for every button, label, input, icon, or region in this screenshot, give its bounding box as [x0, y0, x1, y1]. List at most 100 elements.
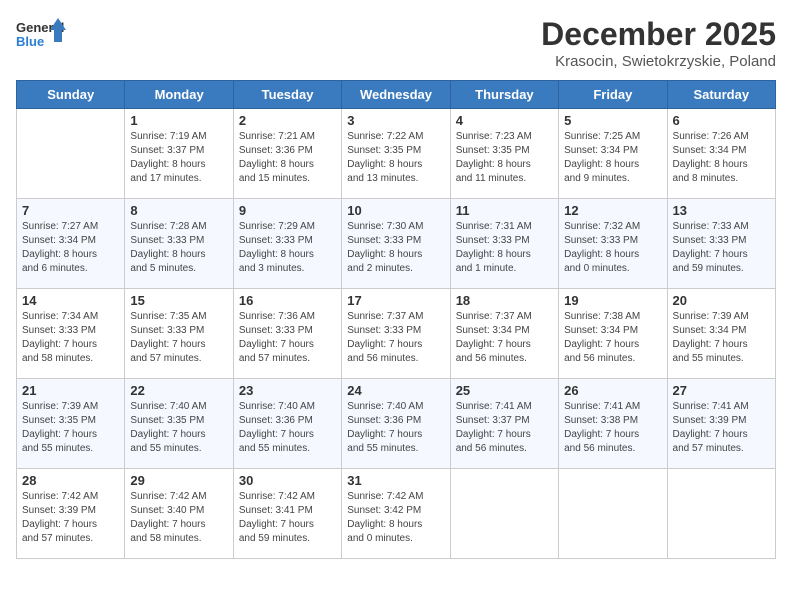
- day-number: 23: [239, 383, 336, 398]
- day-number: 15: [130, 293, 227, 308]
- calendar-week-3: 14 Sunrise: 7:34 AM Sunset: 3:33 PM Dayli…: [17, 289, 776, 379]
- calendar-day-19: 19 Sunrise: 7:38 AM Sunset: 3:34 PM Dayli…: [559, 289, 667, 379]
- svg-text:Blue: Blue: [16, 34, 44, 49]
- cell-info: Sunrise: 7:21 AM Sunset: 3:36 PM Dayligh…: [239, 130, 336, 186]
- calendar-day-22: 22 Sunrise: 7:40 AM Sunset: 3:35 PM Dayli…: [125, 379, 233, 469]
- day-number: 31: [347, 473, 444, 488]
- weekday-header-saturday: Saturday: [667, 81, 775, 109]
- cell-info: Sunrise: 7:25 AM Sunset: 3:34 PM Dayligh…: [564, 130, 661, 186]
- cell-info: Sunrise: 7:33 AM Sunset: 3:33 PM Dayligh…: [673, 220, 770, 276]
- day-number: 29: [130, 473, 227, 488]
- cell-info: Sunrise: 7:32 AM Sunset: 3:33 PM Dayligh…: [564, 220, 661, 276]
- calendar-day-16: 16Sunrise: 7:36 AM Sunset: 3:33 PM Dayli…: [233, 289, 341, 379]
- calendar-day-21: 21 Sunrise: 7:39 AM Sunset: 3:35 PM Dayli…: [17, 379, 125, 469]
- calendar-day-14: 14 Sunrise: 7:34 AM Sunset: 3:33 PM Dayli…: [17, 289, 125, 379]
- cell-info: Sunrise: 7:26 AM Sunset: 3:34 PM Dayligh…: [673, 130, 770, 186]
- day-number: 27: [673, 383, 770, 398]
- calendar-day-20: 20 Sunrise: 7:39 AM Sunset: 3:34 PM Dayli…: [667, 289, 775, 379]
- calendar-day-8: 8 Sunrise: 7:28 AM Sunset: 3:33 PM Daylig…: [125, 199, 233, 289]
- day-number: 19: [564, 293, 661, 308]
- cell-info: Sunrise: 7:19 AM Sunset: 3:37 PM Dayligh…: [130, 130, 227, 186]
- cell-info: Sunrise: 7:38 AM Sunset: 3:34 PM Dayligh…: [564, 310, 661, 366]
- logo-icon: General Blue: [16, 16, 66, 58]
- day-number: 20: [673, 293, 770, 308]
- calendar-table: SundayMondayTuesdayWednesdayThursdayFrid…: [16, 80, 776, 559]
- calendar-week-1: 1Sunrise: 7:19 AM Sunset: 3:37 PM Daylig…: [17, 109, 776, 199]
- calendar-week-4: 21 Sunrise: 7:39 AM Sunset: 3:35 PM Dayli…: [17, 379, 776, 469]
- weekday-header-friday: Friday: [559, 81, 667, 109]
- page-header: General Blue December 2025 Krasocin, Swi…: [16, 16, 776, 70]
- cell-info: Sunrise: 7:35 AM Sunset: 3:33 PM Dayligh…: [130, 310, 227, 366]
- weekday-header-sunday: Sunday: [17, 81, 125, 109]
- day-number: 18: [456, 293, 553, 308]
- day-number: 26: [564, 383, 661, 398]
- calendar-day-23: 23 Sunrise: 7:40 AM Sunset: 3:36 PM Dayli…: [233, 379, 341, 469]
- calendar-day-15: 15 Sunrise: 7:35 AM Sunset: 3:33 PM Dayli…: [125, 289, 233, 379]
- day-number: 21: [22, 383, 119, 398]
- calendar-day-3: 3 Sunrise: 7:22 AM Sunset: 3:35 PM Daylig…: [342, 109, 450, 199]
- cell-info: Sunrise: 7:41 AM Sunset: 3:37 PM Dayligh…: [456, 400, 553, 456]
- day-number: 2: [239, 113, 336, 128]
- cell-info: Sunrise: 7:37 AM Sunset: 3:34 PM Dayligh…: [456, 310, 553, 366]
- cell-info: Sunrise: 7:39 AM Sunset: 3:35 PM Dayligh…: [22, 400, 119, 456]
- location-title: Krasocin, Swietokrzyskie, Poland: [541, 53, 776, 70]
- month-title: December 2025: [541, 16, 776, 53]
- calendar-day-5: 5 Sunrise: 7:25 AM Sunset: 3:34 PM Daylig…: [559, 109, 667, 199]
- calendar-day-2: 2 Sunrise: 7:21 AM Sunset: 3:36 PM Daylig…: [233, 109, 341, 199]
- calendar-day-4: 4Sunrise: 7:23 AM Sunset: 3:35 PM Daylig…: [450, 109, 558, 199]
- logo: General Blue: [16, 16, 66, 58]
- cell-info: Sunrise: 7:42 AM Sunset: 3:41 PM Dayligh…: [239, 490, 336, 546]
- day-number: 28: [22, 473, 119, 488]
- calendar-day-12: 12 Sunrise: 7:32 AM Sunset: 3:33 PM Dayli…: [559, 199, 667, 289]
- day-number: 24: [347, 383, 444, 398]
- day-number: 22: [130, 383, 227, 398]
- weekday-header-tuesday: Tuesday: [233, 81, 341, 109]
- cell-info: Sunrise: 7:39 AM Sunset: 3:34 PM Dayligh…: [673, 310, 770, 366]
- day-number: 3: [347, 113, 444, 128]
- calendar-day-28: 28 Sunrise: 7:42 AM Sunset: 3:39 PM Dayli…: [17, 469, 125, 559]
- empty-cell: [667, 469, 775, 559]
- calendar-day-7: 7Sunrise: 7:27 AM Sunset: 3:34 PM Daylig…: [17, 199, 125, 289]
- day-number: 30: [239, 473, 336, 488]
- cell-info: Sunrise: 7:37 AM Sunset: 3:33 PM Dayligh…: [347, 310, 444, 366]
- calendar-day-17: 17 Sunrise: 7:37 AM Sunset: 3:33 PM Dayli…: [342, 289, 450, 379]
- weekday-header-monday: Monday: [125, 81, 233, 109]
- empty-cell: [559, 469, 667, 559]
- cell-info: Sunrise: 7:40 AM Sunset: 3:36 PM Dayligh…: [347, 400, 444, 456]
- day-number: 8: [130, 203, 227, 218]
- cell-info: Sunrise: 7:29 AM Sunset: 3:33 PM Dayligh…: [239, 220, 336, 276]
- cell-info: Sunrise: 7:42 AM Sunset: 3:39 PM Dayligh…: [22, 490, 119, 546]
- cell-info: Sunrise: 7:42 AM Sunset: 3:42 PM Dayligh…: [347, 490, 444, 546]
- day-number: 12: [564, 203, 661, 218]
- calendar-day-18: 18 Sunrise: 7:37 AM Sunset: 3:34 PM Dayli…: [450, 289, 558, 379]
- calendar-day-29: 29 Sunrise: 7:42 AM Sunset: 3:40 PM Dayli…: [125, 469, 233, 559]
- day-number: 14: [22, 293, 119, 308]
- cell-info: Sunrise: 7:34 AM Sunset: 3:33 PM Dayligh…: [22, 310, 119, 366]
- day-number: 11: [456, 203, 553, 218]
- weekday-header-row: SundayMondayTuesdayWednesdayThursdayFrid…: [17, 81, 776, 109]
- cell-info: Sunrise: 7:42 AM Sunset: 3:40 PM Dayligh…: [130, 490, 227, 546]
- cell-info: Sunrise: 7:40 AM Sunset: 3:35 PM Dayligh…: [130, 400, 227, 456]
- calendar-day-31: 31 Sunrise: 7:42 AM Sunset: 3:42 PM Dayli…: [342, 469, 450, 559]
- day-number: 25: [456, 383, 553, 398]
- empty-cell: [17, 109, 125, 199]
- cell-info: Sunrise: 7:41 AM Sunset: 3:38 PM Dayligh…: [564, 400, 661, 456]
- calendar-week-2: 7Sunrise: 7:27 AM Sunset: 3:34 PM Daylig…: [17, 199, 776, 289]
- day-number: 13: [673, 203, 770, 218]
- cell-info: Sunrise: 7:36 AM Sunset: 3:33 PM Dayligh…: [239, 310, 336, 366]
- day-number: 9: [239, 203, 336, 218]
- calendar-day-13: 13 Sunrise: 7:33 AM Sunset: 3:33 PM Dayli…: [667, 199, 775, 289]
- cell-info: Sunrise: 7:40 AM Sunset: 3:36 PM Dayligh…: [239, 400, 336, 456]
- calendar-week-5: 28 Sunrise: 7:42 AM Sunset: 3:39 PM Dayli…: [17, 469, 776, 559]
- day-number: 17: [347, 293, 444, 308]
- cell-info: Sunrise: 7:31 AM Sunset: 3:33 PM Dayligh…: [456, 220, 553, 276]
- day-number: 10: [347, 203, 444, 218]
- cell-info: Sunrise: 7:22 AM Sunset: 3:35 PM Dayligh…: [347, 130, 444, 186]
- calendar-day-11: 11 Sunrise: 7:31 AM Sunset: 3:33 PM Dayli…: [450, 199, 558, 289]
- calendar-day-27: 27 Sunrise: 7:41 AM Sunset: 3:39 PM Dayli…: [667, 379, 775, 469]
- day-number: 5: [564, 113, 661, 128]
- cell-info: Sunrise: 7:28 AM Sunset: 3:33 PM Dayligh…: [130, 220, 227, 276]
- day-number: 7: [22, 203, 119, 218]
- calendar-day-6: 6Sunrise: 7:26 AM Sunset: 3:34 PM Daylig…: [667, 109, 775, 199]
- cell-info: Sunrise: 7:41 AM Sunset: 3:39 PM Dayligh…: [673, 400, 770, 456]
